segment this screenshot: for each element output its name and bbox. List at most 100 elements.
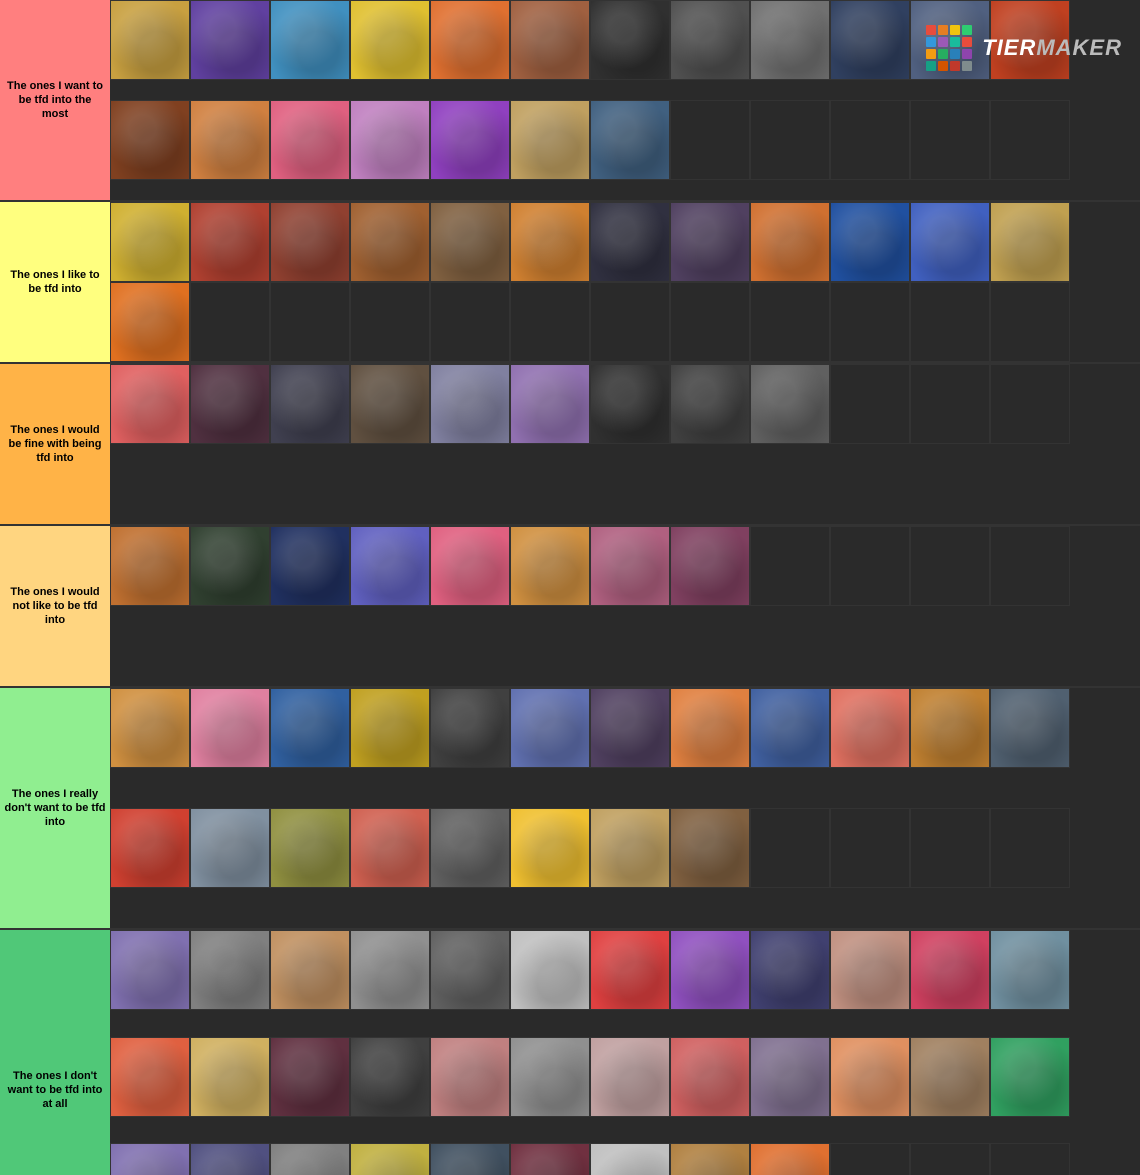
tier-cell-empty xyxy=(990,364,1070,444)
tier-cell xyxy=(270,0,350,80)
tier-cell-empty xyxy=(270,282,350,362)
tier-cell-empty xyxy=(830,100,910,180)
tier-cell xyxy=(590,100,670,180)
logo-grid-cell xyxy=(950,61,960,71)
tier-cell xyxy=(670,0,750,80)
tier-cell xyxy=(430,1037,510,1117)
tier-cell xyxy=(670,930,750,1010)
tier-cell xyxy=(750,1143,830,1175)
tier-cell xyxy=(590,364,670,444)
tier-images-area xyxy=(110,526,1140,686)
tier-cell-empty xyxy=(910,282,990,362)
tier-cell xyxy=(430,526,510,606)
tier-cell xyxy=(830,1037,910,1117)
tier-label: The ones I want to be tfd into the most xyxy=(0,0,110,200)
tier-label: The ones I don't want to be tfd into at … xyxy=(0,930,110,1175)
tier-cell xyxy=(670,1037,750,1117)
tier-row: The ones I like to be tfd into xyxy=(0,202,1140,364)
tier-cell xyxy=(110,0,190,80)
logo-grid-cell xyxy=(926,49,936,59)
tier-cell xyxy=(190,526,270,606)
tier-cell xyxy=(510,688,590,768)
tier-cell xyxy=(430,364,510,444)
tier-cell-empty xyxy=(430,282,510,362)
logo-grid-cell xyxy=(926,37,936,47)
tier-cell xyxy=(110,688,190,768)
tier-cell xyxy=(350,688,430,768)
tier-cell xyxy=(190,930,270,1010)
tier-cell xyxy=(590,0,670,80)
logo-grid-cell xyxy=(962,61,972,71)
tier-cell xyxy=(670,688,750,768)
tier-cell xyxy=(510,1143,590,1175)
tier-cell xyxy=(110,526,190,606)
tier-cell xyxy=(110,282,190,362)
tier-cell-empty xyxy=(830,1143,910,1175)
logo-grid-cell xyxy=(950,49,960,59)
tier-cell xyxy=(830,930,910,1010)
tier-images-area xyxy=(110,930,1140,1175)
tier-cell xyxy=(510,526,590,606)
logo-grid-icon xyxy=(926,25,972,71)
tier-images-area xyxy=(110,364,1140,524)
tier-cell-empty xyxy=(590,282,670,362)
tier-cell xyxy=(110,1037,190,1117)
tier-cell-empty xyxy=(750,808,830,888)
tier-cell xyxy=(350,100,430,180)
tier-cell xyxy=(510,100,590,180)
tier-cell xyxy=(910,1037,990,1117)
tier-cell xyxy=(350,930,430,1010)
tier-cell xyxy=(430,930,510,1010)
tier-images-area xyxy=(110,688,1140,928)
tier-cell xyxy=(110,1143,190,1175)
tier-cell xyxy=(590,930,670,1010)
tier-row: The ones I really don't want to be tfd i… xyxy=(0,688,1140,930)
tier-cell xyxy=(270,1143,350,1175)
tier-cell xyxy=(670,1143,750,1175)
tier-cell xyxy=(190,0,270,80)
tier-cell-empty xyxy=(990,100,1070,180)
tier-cell-empty xyxy=(830,364,910,444)
tier-cell-empty xyxy=(190,282,270,362)
tier-cell xyxy=(270,1037,350,1117)
tier-cell xyxy=(750,364,830,444)
tier-cell xyxy=(990,930,1070,1010)
tier-cell xyxy=(190,808,270,888)
tiermaker-logo-text: TiERMAKER xyxy=(982,35,1122,61)
tier-cell xyxy=(270,688,350,768)
tier-cell xyxy=(830,688,910,768)
logo-grid-cell xyxy=(926,61,936,71)
tier-cell xyxy=(990,202,1070,282)
tier-cell xyxy=(110,202,190,282)
tier-cell xyxy=(750,688,830,768)
tier-cell xyxy=(430,100,510,180)
tier-cell-empty xyxy=(510,282,590,362)
tier-cell xyxy=(350,1037,430,1117)
tier-cell-empty xyxy=(750,526,830,606)
tier-cell xyxy=(270,930,350,1010)
tier-cell xyxy=(510,808,590,888)
tier-cell xyxy=(510,364,590,444)
tier-cell xyxy=(350,364,430,444)
tier-cell-empty xyxy=(990,1143,1070,1175)
tier-cell xyxy=(750,0,830,80)
tier-cell xyxy=(350,0,430,80)
tier-cell-empty xyxy=(350,282,430,362)
tier-cell xyxy=(430,202,510,282)
tier-cell xyxy=(430,808,510,888)
tier-row: The ones I don't want to be tfd into at … xyxy=(0,930,1140,1175)
tier-cell xyxy=(190,100,270,180)
tier-cell xyxy=(750,1037,830,1117)
tier-label: The ones I would be fine with being tfd … xyxy=(0,364,110,524)
tier-cell-empty xyxy=(830,526,910,606)
logo-grid-cell xyxy=(938,61,948,71)
tier-cell xyxy=(190,202,270,282)
tier-list: The ones I want to be tfd into the mostT… xyxy=(0,0,1140,1175)
tier-cell-empty xyxy=(990,526,1070,606)
tier-cell xyxy=(750,202,830,282)
tier-cell-empty xyxy=(910,808,990,888)
tier-cell xyxy=(270,808,350,888)
tier-cell xyxy=(430,688,510,768)
tier-cell-empty xyxy=(830,808,910,888)
tier-cell-empty xyxy=(670,282,750,362)
